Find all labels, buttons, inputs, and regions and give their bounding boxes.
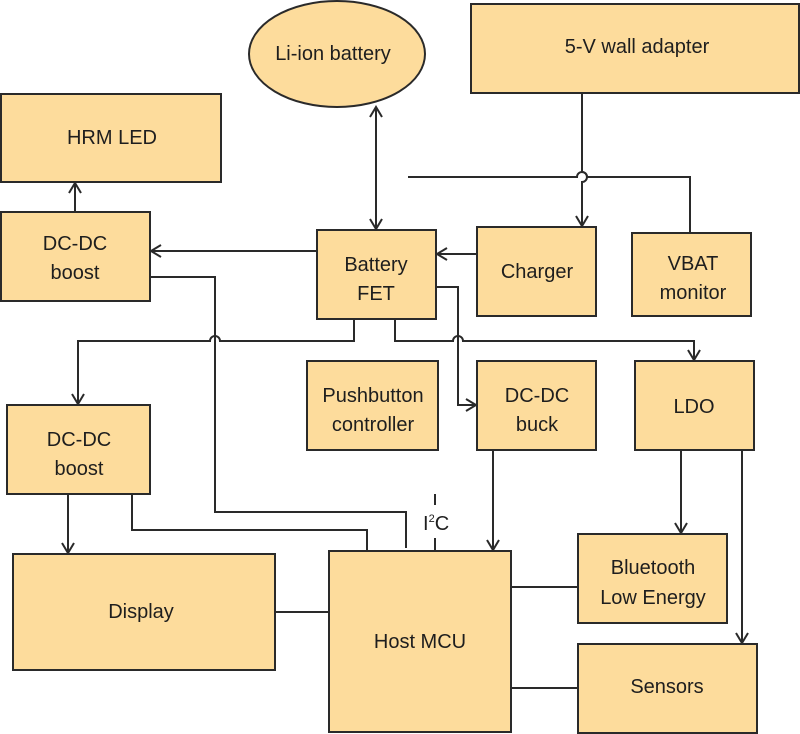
i2c-label: I2C — [423, 513, 449, 535]
block-display: Display — [12, 553, 276, 671]
wire-fet-ldo — [394, 319, 701, 362]
wire-fet-buck — [436, 286, 478, 412]
block-sensors: Sensors — [577, 643, 758, 734]
block-host-mcu: Host MCU — [328, 550, 512, 733]
block-hrm-led: HRM LED — [0, 93, 222, 183]
block-label: boost — [51, 262, 100, 284]
wire-fet-boost-top — [149, 244, 317, 258]
wire-battery-fet — [369, 105, 383, 231]
wire-boost-display — [61, 494, 75, 555]
block-dcdc-buck: DC-DC buck — [476, 360, 597, 451]
block-label: LDO — [673, 396, 714, 418]
block-dcdc-boost-left: DC-DC boost — [6, 404, 151, 495]
wire-boost-hrm — [68, 181, 82, 212]
wire-adapter-charger — [575, 93, 589, 228]
block-label: DC-DC — [47, 429, 111, 451]
block-label: DC-DC — [43, 233, 107, 255]
block-charger: Charger — [476, 226, 597, 317]
block-label: buck — [516, 414, 559, 436]
wire-mcu-boost-left — [131, 494, 368, 551]
wire-charger-fet — [435, 247, 477, 261]
block-dcdc-boost-top: DC-DC boost — [0, 211, 151, 302]
block-bluetooth-low-energy: Bluetooth Low Energy — [577, 533, 728, 624]
block-pushbutton-controller: Pushbutton controller — [306, 360, 439, 451]
block-wall-adapter: 5-V wall adapter — [470, 3, 800, 94]
block-label: Li-ion battery — [275, 43, 391, 65]
block-label: Bluetooth — [611, 557, 696, 579]
wire-buck-mcu — [486, 450, 500, 552]
block-label: VBAT — [668, 253, 719, 275]
block-vbat-monitor: VBAT monitor — [631, 232, 752, 317]
block-label: Host MCU — [374, 631, 466, 653]
block-label: controller — [332, 414, 415, 436]
block-label: Charger — [501, 261, 574, 283]
i2c-bus: I2C — [423, 494, 449, 551]
block-label: 5-V wall adapter — [565, 36, 710, 58]
block-label: Display — [108, 601, 174, 623]
wire-ldo-sensors — [735, 450, 749, 645]
block-battery-fet: Battery FET — [316, 229, 437, 320]
block-label: Sensors — [630, 676, 703, 698]
block-label: FET — [357, 283, 395, 305]
block-label: Pushbutton — [322, 385, 423, 407]
wire-vbat-monitor — [408, 171, 691, 233]
block-li-ion-battery: Li-ion battery — [248, 0, 426, 108]
block-label: Battery — [344, 254, 407, 276]
block-label: Low Energy — [600, 587, 706, 609]
block-label: monitor — [660, 282, 727, 304]
block-label: boost — [55, 458, 104, 480]
block-label: HRM LED — [67, 127, 157, 149]
block-diagram: Li-ion battery 5-V wall adapter HRM LED … — [0, 0, 800, 734]
block-label: DC-DC — [505, 385, 569, 407]
block-ldo: LDO — [634, 360, 755, 451]
wire-ldo-ble — [674, 450, 688, 535]
